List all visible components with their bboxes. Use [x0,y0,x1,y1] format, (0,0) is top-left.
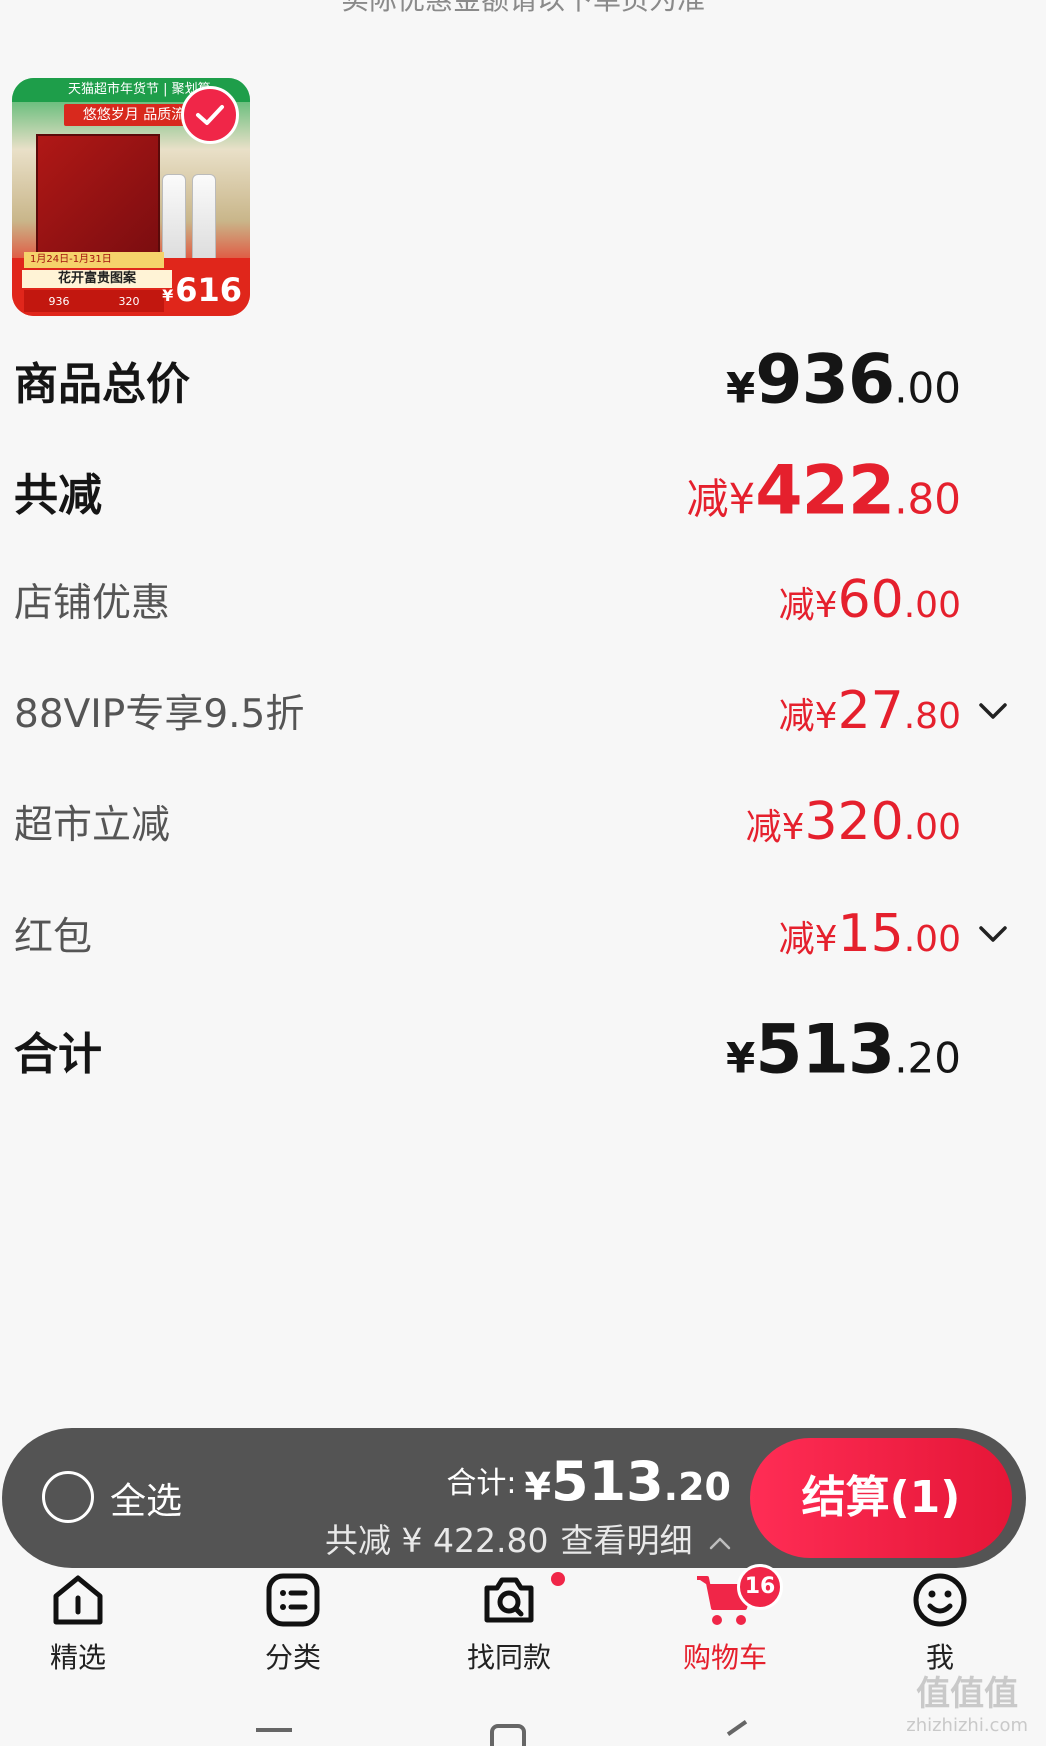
watermark-main: 值值值 [916,1674,1019,1714]
price-notice: 实际优惠金额请以下单页为准 [0,0,1046,18]
chevron-down-icon[interactable] [978,702,1008,720]
price-breakdown: 936 320 [24,290,164,312]
row-sum: 合计 ¥513.20 [14,1000,1046,1100]
chevron-down-icon[interactable] [978,925,1008,943]
tab-category[interactable]: 分类 [233,1570,353,1676]
sum-label: 合计 [14,1029,102,1080]
notification-dot [551,1572,565,1586]
system-nav-bar [0,1720,1046,1746]
tab-cart-label: 购物车 [682,1641,767,1674]
row-total-reduce: 共减 减¥422.80 [14,441,1046,541]
bottom-tab-bar: 精选 分类 找同款 购物车 16 我 [0,1564,1046,1674]
estimated-price-symbol: ¥ [162,286,174,305]
vip-discount-amount: 减¥27.80 [778,681,961,741]
bar-discount-text: 共减 ¥ 422.80 [325,1521,549,1560]
row-vip-discount[interactable]: 88VIP专享9.5折 减¥27.80 [14,661,1046,761]
cart-count-badge: 16 [737,1564,783,1610]
pattern-name: 花开富贵图案 [22,270,172,288]
vip-discount-label: 88VIP专享9.5折 [14,692,305,737]
red-packet-amount: 减¥15.00 [778,904,961,964]
gift-box-image [36,134,160,256]
smile-icon [913,1573,967,1627]
checkout-bar: 全选 合计: ¥513.20 共减 ¥ 422.80 查看明细 结算(1) [2,1428,1026,1568]
row-store-discount: 店铺优惠 减¥60.00 [14,550,1046,650]
total-reduce-amount: 减¥422.80 [686,451,961,531]
total-price-label: 商品总价 [14,359,190,410]
category-icon [266,1573,320,1627]
market-discount-amount: 减¥320.00 [745,792,961,852]
bottle-image [192,174,216,262]
back-icon[interactable] [726,1720,748,1736]
store-discount-amount: 减¥60.00 [778,570,961,630]
checkout-button[interactable]: 结算(1) [750,1438,1012,1558]
red-packet-label: 红包 [14,915,93,960]
tab-home[interactable]: 精选 [18,1570,138,1676]
total-price-amount: ¥936.00 [726,340,961,420]
price-reduce: 320 [118,294,140,308]
sum-amount: ¥513.20 [726,1010,961,1090]
total-reduce-label: 共减 [14,470,102,521]
chevron-up-icon[interactable] [709,1536,731,1550]
check-icon [196,105,224,125]
camera-icon [484,1577,534,1623]
tab-me[interactable]: 我 [880,1570,1000,1676]
row-red-packet[interactable]: 红包 减¥15.00 [14,884,1046,984]
store-discount-label: 店铺优惠 [14,581,171,626]
view-detail-link[interactable]: 查看明细 [561,1521,693,1560]
price-original: 936 [48,294,70,308]
row-total-price: 商品总价 ¥936.00 [14,330,1046,430]
estimated-price: ¥616 [162,270,242,316]
market-discount-label: 超市立减 [14,803,171,848]
bar-total: 合计: ¥513.20 [446,1450,731,1513]
select-all-radio[interactable] [42,1471,94,1523]
tab-home-label: 精选 [49,1641,106,1674]
item-checkbox-checked[interactable] [181,86,239,144]
estimated-price-value: 616 [175,271,242,309]
row-market-discount: 超市立减 减¥320.00 [14,772,1046,872]
promo-dates: 1月24日-1月31日 [24,252,164,268]
menu-icon[interactable] [256,1728,292,1732]
select-all-label[interactable]: 全选 [110,1472,182,1524]
tab-find-same-label: 找同款 [466,1641,551,1674]
product-price-strip: 1月24日-1月31日 花开富贵图案 936 320 ¥616 [12,252,250,316]
bar-discount-line[interactable]: 共减 ¥ 422.80 查看明细 [325,1514,731,1562]
tab-category-label: 分类 [264,1641,321,1674]
home-icon [53,1575,103,1625]
tab-find-same[interactable]: 找同款 [449,1570,569,1676]
tab-cart[interactable]: 购物车 16 [665,1564,785,1676]
home-button-icon[interactable] [490,1724,526,1746]
bottle-image [162,174,186,262]
